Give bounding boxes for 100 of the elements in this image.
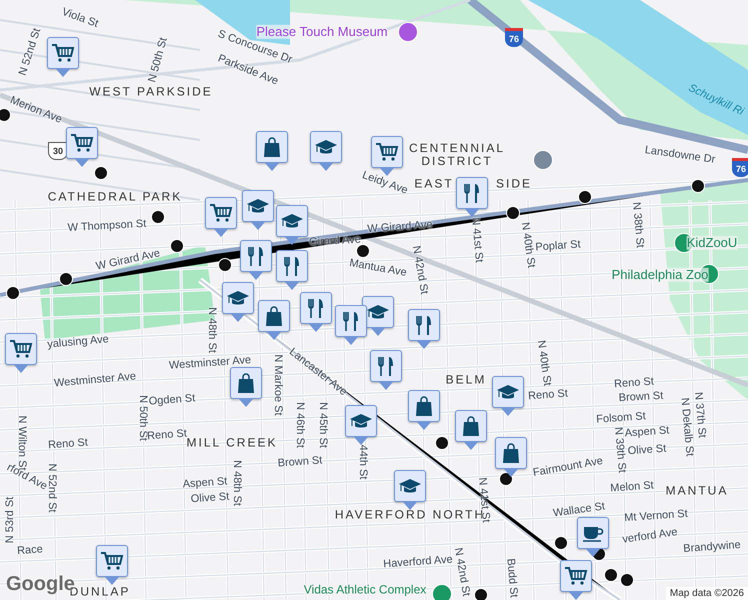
street-label: N 46th St [294, 402, 306, 448]
transit-stop-icon [474, 588, 488, 600]
attribution-text: Map data ©2026 [666, 587, 748, 600]
street-label: Ogden St [148, 392, 196, 408]
transit-stop-icon [578, 190, 592, 204]
street-label: Reno St [48, 436, 88, 452]
fork-knife-marker[interactable] [335, 305, 367, 345]
transit-stop-icon [356, 244, 370, 258]
street-label: Olive St [627, 442, 667, 458]
cart-marker[interactable] [560, 560, 592, 600]
bag-marker[interactable] [256, 131, 288, 171]
museum-pin-icon[interactable] [398, 22, 418, 42]
street-label: Reno St [528, 388, 568, 402]
street-label: Haverford Ave [382, 554, 454, 570]
transit-stop-icon [218, 258, 232, 272]
neighborhood-label: WEST PARKSIDE [89, 85, 213, 99]
transit-stop-icon [506, 206, 520, 220]
neighborhood-label: MILL CREEK [186, 436, 278, 450]
graduation-cap-marker[interactable] [492, 376, 524, 416]
street-label: Lansdowne Dr [644, 144, 716, 166]
graduation-cap-marker[interactable] [310, 131, 342, 171]
street-label: Aspen St [624, 424, 670, 440]
interstate-shield: 76 [505, 28, 523, 47]
street-label: N Markoe St [272, 354, 284, 416]
street-label: N 42nd St [452, 546, 472, 598]
graduation-cap-marker[interactable] [276, 205, 308, 245]
place-label: Philadelphia Zoo [612, 268, 708, 282]
street-label: Brandywine [682, 538, 742, 556]
street-label: 44th St [356, 444, 370, 480]
fork-knife-marker[interactable] [456, 177, 488, 217]
street-label: Westminster Ave [168, 354, 252, 372]
transit-stop-icon [151, 210, 165, 224]
transit-stop-icon [499, 472, 513, 486]
neighborhood-label: CATHEDRAL PARK [48, 190, 182, 204]
street-label: W Thompson St [67, 218, 147, 234]
street-label: N 53rd St [4, 496, 16, 544]
graduation-cap-marker[interactable] [222, 282, 254, 322]
street-label: N 40th St [518, 221, 538, 269]
cart-marker[interactable] [66, 127, 98, 167]
street-label: yalusing Ave [46, 333, 110, 351]
bag-marker[interactable] [495, 437, 527, 477]
graduation-cap-marker[interactable] [394, 470, 426, 510]
fork-knife-marker[interactable] [408, 309, 440, 349]
street-label: Viola St [60, 6, 100, 30]
street-label: W Girard Ave [367, 218, 433, 236]
transit-stop-icon [6, 286, 20, 300]
street-label: Reno St [146, 428, 188, 442]
street-label: verford Ave [622, 526, 678, 546]
graduation-cap-marker[interactable] [345, 405, 377, 445]
transit-stop-icon [435, 436, 449, 450]
street-label: N 41st St [469, 216, 485, 264]
cart-marker[interactable] [5, 333, 37, 373]
street-label: Brown St [618, 390, 664, 404]
neighborhood-label: BELM [446, 373, 486, 387]
street-label: Brown St [277, 454, 323, 470]
neighborhood-label: SIDE [496, 177, 532, 191]
street-label: Poplar St [535, 238, 581, 254]
place-label: KidZooU [686, 236, 738, 250]
place-label: Please Touch Museum [256, 24, 388, 40]
transit-stop-icon [94, 166, 108, 180]
street-label: Folsom St [596, 410, 646, 426]
school-pin-icon[interactable] [533, 150, 553, 170]
street-label: Aspen St [182, 475, 228, 491]
neighborhood-label: EAST [414, 177, 454, 191]
street-label: N 50th St [146, 36, 170, 84]
place-label: Vidas Athletic Complex [304, 583, 426, 597]
street-label: Leidy Ave [360, 169, 410, 197]
street-label: Budd St [504, 558, 520, 598]
street-label: Westminster Ave [54, 370, 136, 390]
bag-marker[interactable] [230, 367, 262, 407]
street-label: Reno St [614, 376, 654, 390]
neighborhood-label: MANTUA [666, 484, 728, 498]
transit-stop-icon [170, 239, 184, 253]
cart-marker[interactable] [47, 37, 79, 77]
street-label: Wallace St [552, 500, 606, 520]
street-label: Race [16, 542, 44, 558]
bag-marker[interactable] [258, 300, 290, 340]
cup-marker[interactable] [577, 517, 609, 557]
interstate-shield: 76 [732, 158, 748, 177]
street-label: N 42nd St [410, 244, 430, 296]
pin-icon[interactable] [432, 584, 452, 600]
fork-knife-marker[interactable] [276, 250, 308, 290]
bag-marker[interactable] [408, 390, 440, 430]
transit-stop-icon [604, 568, 618, 582]
graduation-cap-marker[interactable] [242, 190, 274, 230]
street-label: N 40th St [534, 339, 554, 387]
cart-marker[interactable] [205, 197, 237, 237]
street-label: N 52nd St [46, 464, 58, 512]
street-label: Fairmount Ave [532, 454, 604, 480]
fork-knife-marker[interactable] [240, 240, 272, 280]
street-label: N 52nd St [16, 26, 44, 78]
fork-knife-marker[interactable] [300, 292, 332, 332]
street-label: W Girard Ave [94, 247, 162, 273]
fork-knife-marker[interactable] [370, 350, 402, 390]
route-shield: 30 [48, 142, 68, 160]
bag-marker[interactable] [455, 410, 487, 450]
neighborhood-label: CENTENNIAL DISTRICT [408, 142, 506, 168]
cart-marker[interactable] [96, 545, 128, 585]
street-label: N 50th St [136, 395, 150, 441]
street-label: Olive St [190, 490, 230, 506]
